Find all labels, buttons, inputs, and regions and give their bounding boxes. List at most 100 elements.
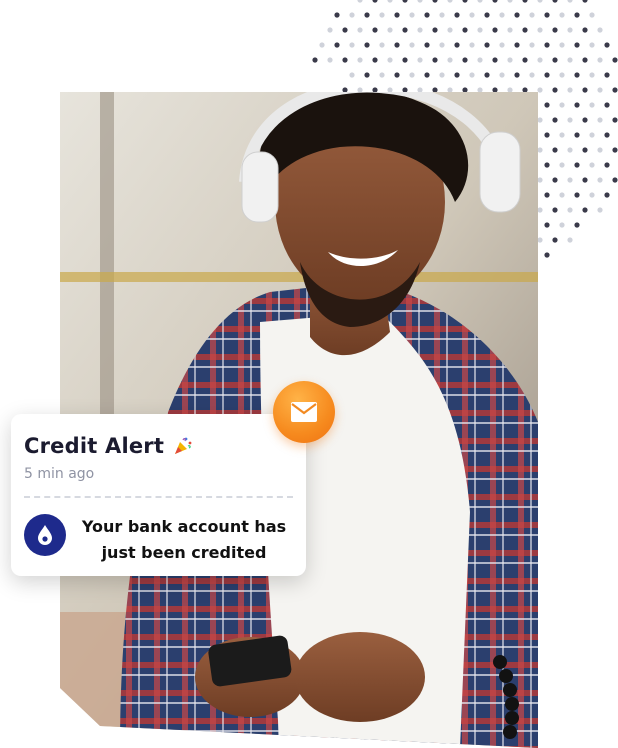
decorative-dot bbox=[612, 87, 618, 93]
decorative-dot bbox=[589, 12, 595, 18]
decorative-dot bbox=[387, 27, 393, 33]
envelope-icon bbox=[291, 402, 317, 422]
decorative-dot bbox=[342, 27, 348, 33]
decorative-dot bbox=[567, 207, 573, 213]
decorative-dot bbox=[349, 42, 355, 48]
decorative-dot bbox=[357, 27, 363, 33]
decorative-dot bbox=[597, 207, 603, 213]
decorative-dot bbox=[582, 177, 588, 183]
decorative-dot bbox=[567, 87, 573, 93]
credit-alert-card[interactable]: Credit Alert 5 min ago Your bank account… bbox=[11, 414, 306, 576]
decorative-dot bbox=[312, 57, 318, 63]
decorative-dot bbox=[582, 207, 588, 213]
decorative-dot bbox=[604, 102, 610, 108]
decorative-dot bbox=[567, 237, 573, 243]
decorative-dot bbox=[597, 27, 603, 33]
decorative-dot bbox=[492, 27, 498, 33]
decorative-dot bbox=[559, 132, 565, 138]
bank-logo bbox=[24, 514, 66, 556]
decorative-dot bbox=[514, 12, 520, 18]
decorative-dot bbox=[597, 177, 603, 183]
decorative-dot bbox=[604, 192, 610, 198]
decorative-dot bbox=[552, 177, 558, 183]
decorative-dot bbox=[417, 27, 423, 33]
decorative-dot bbox=[484, 42, 490, 48]
decorative-dot bbox=[544, 162, 550, 168]
decorative-dot bbox=[432, 0, 438, 3]
decorative-dot bbox=[537, 207, 543, 213]
decorative-dot bbox=[364, 42, 370, 48]
decorative-dot bbox=[477, 57, 483, 63]
decorative-dot bbox=[597, 147, 603, 153]
decorative-dot bbox=[454, 12, 460, 18]
decorative-dot bbox=[597, 117, 603, 123]
decorative-dot bbox=[447, 57, 453, 63]
decorative-dot bbox=[537, 117, 543, 123]
decorative-dot bbox=[349, 72, 355, 78]
decorative-dot bbox=[589, 102, 595, 108]
decorative-dot bbox=[334, 12, 340, 18]
decorative-dot bbox=[544, 72, 550, 78]
decorative-dot bbox=[439, 12, 445, 18]
decorative-dot bbox=[327, 27, 333, 33]
decorative-dot bbox=[604, 42, 610, 48]
decorative-dot bbox=[529, 72, 535, 78]
decorative-dot bbox=[522, 0, 528, 3]
decorative-dot bbox=[552, 0, 558, 3]
decorative-dot bbox=[484, 12, 490, 18]
decorative-dot bbox=[409, 42, 415, 48]
decorative-dot bbox=[604, 72, 610, 78]
decorative-dot bbox=[537, 0, 543, 3]
decorative-dot bbox=[477, 0, 483, 3]
decorative-dot bbox=[537, 147, 543, 153]
decorative-dot bbox=[589, 132, 595, 138]
decorative-dot bbox=[567, 177, 573, 183]
decorative-dot bbox=[394, 42, 400, 48]
decorative-dot bbox=[424, 12, 430, 18]
decorative-dot bbox=[582, 117, 588, 123]
decorative-dot bbox=[612, 117, 618, 123]
alert-header: Credit Alert bbox=[24, 434, 193, 458]
decorative-dot bbox=[589, 192, 595, 198]
party-popper-icon bbox=[175, 437, 192, 454]
decorative-dot bbox=[409, 72, 415, 78]
decorative-dot bbox=[507, 57, 513, 63]
decorative-dot bbox=[484, 72, 490, 78]
decorative-dot bbox=[357, 0, 363, 3]
decorative-dot bbox=[582, 87, 588, 93]
decorative-dot bbox=[424, 72, 430, 78]
decorative-dot bbox=[552, 57, 558, 63]
decorative-dot bbox=[544, 12, 550, 18]
decorative-dot bbox=[379, 12, 385, 18]
decorative-dot bbox=[507, 0, 513, 3]
decorative-dot bbox=[567, 27, 573, 33]
decorative-dot bbox=[342, 57, 348, 63]
decorative-dot bbox=[574, 102, 580, 108]
decorative-dot bbox=[559, 162, 565, 168]
decorative-dot bbox=[574, 42, 580, 48]
alert-title: Credit Alert bbox=[24, 434, 165, 458]
decorative-dot bbox=[394, 72, 400, 78]
alert-timestamp: 5 min ago bbox=[24, 466, 95, 482]
decorative-dot bbox=[544, 252, 550, 258]
decorative-dot bbox=[349, 12, 355, 18]
drop-icon bbox=[38, 525, 52, 545]
decorative-dot bbox=[499, 42, 505, 48]
decorative-dot bbox=[402, 27, 408, 33]
decorative-dot bbox=[462, 0, 468, 3]
decorative-dot bbox=[552, 27, 558, 33]
decorative-dot bbox=[364, 12, 370, 18]
decorative-dot bbox=[522, 57, 528, 63]
decorative-dot bbox=[469, 12, 475, 18]
decorative-dot bbox=[379, 72, 385, 78]
dashed-divider bbox=[24, 496, 293, 498]
decorative-dot bbox=[574, 12, 580, 18]
decorative-dot bbox=[537, 87, 543, 93]
decorative-dot bbox=[612, 177, 618, 183]
decorative-dot bbox=[507, 27, 513, 33]
decorative-dot bbox=[394, 12, 400, 18]
decorative-dot bbox=[499, 12, 505, 18]
envelope-badge bbox=[273, 381, 335, 443]
decorative-dot bbox=[447, 0, 453, 3]
decorative-dot bbox=[559, 72, 565, 78]
